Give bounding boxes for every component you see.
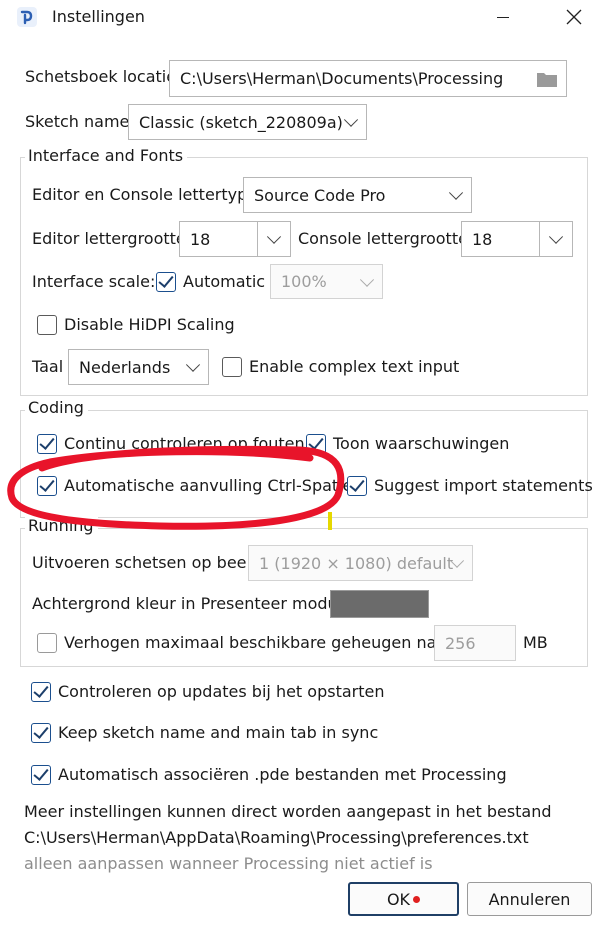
check-updates-label: Controleren op updates bij het opstarten [58, 682, 385, 701]
autocomplete-label: Automatische aanvulling Ctrl-Spatie [64, 476, 353, 495]
more-settings-text: Meer instellingen kunnen direct worden a… [24, 802, 552, 821]
sync-tab-label: Keep sketch name and main tab in sync [58, 723, 379, 742]
associate-files-checkbox[interactable] [31, 765, 51, 785]
chevron-down-icon [185, 357, 201, 372]
language-label: Taal [32, 357, 64, 376]
language-value: Nederlands [79, 357, 171, 377]
disable-hidpi-label: Disable HiDPI Scaling [64, 315, 235, 334]
coding-title: Coding [25, 398, 88, 417]
chevron-down-icon [548, 229, 564, 244]
display-select[interactable]: 1 (1920 × 1080) default [248, 545, 473, 581]
editor-font-label: Editor en Console lettertype [32, 185, 258, 204]
title-bar: Instellingen [0, 0, 608, 34]
editor-size-dropdown[interactable] [257, 222, 290, 256]
show-warnings-checkbox[interactable] [306, 434, 326, 454]
memory-label: Verhogen maximaal beschikbare geheugen n… [64, 633, 453, 652]
disable-hidpi-checkbox[interactable] [37, 315, 57, 335]
chevron-down-icon [359, 272, 375, 287]
chevron-down-icon [448, 185, 464, 200]
complex-text-checkbox[interactable] [222, 357, 242, 377]
coding-group [20, 410, 588, 518]
complex-text-label: Enable complex text input [249, 357, 460, 376]
memory-unit: MB [523, 633, 548, 652]
present-color-swatch[interactable] [330, 590, 429, 618]
editor-size-label: Editor lettergrootte [32, 229, 186, 248]
console-size-select[interactable]: 18 [461, 221, 573, 257]
import-suggest-label: Suggest import statements [374, 476, 593, 495]
show-warnings-label: Toon waarschuwingen [333, 434, 510, 453]
check-updates-checkbox[interactable] [31, 682, 51, 702]
close-icon [566, 9, 582, 25]
sketchbook-path-field[interactable]: C:\Users\Herman\Documents\Processing [169, 60, 567, 97]
associate-files-label: Automatisch associëren .pde bestanden me… [58, 765, 507, 784]
edit-note: alleen aanpassen wanneer Processing niet… [24, 854, 433, 873]
interface-scale-select[interactable]: 100% [270, 264, 383, 299]
chevron-down-icon [343, 112, 359, 127]
continuous-check-label: Continu controleren op fouten [64, 434, 305, 453]
memory-value: 256 [445, 633, 476, 653]
window-title: Instellingen [52, 7, 145, 26]
editor-font-select[interactable]: Source Code Pro [243, 177, 472, 213]
processing-app-icon [17, 7, 37, 27]
ok-button[interactable]: OK [348, 882, 459, 916]
continuous-check-checkbox[interactable] [37, 434, 57, 454]
cursor-dot [413, 895, 421, 903]
close-button[interactable] [555, 0, 595, 34]
editor-size-value: 18 [190, 229, 211, 249]
folder-icon[interactable] [536, 70, 558, 88]
automatic-scale-label: Automatic [183, 272, 266, 291]
language-select[interactable]: Nederlands [68, 349, 209, 385]
import-suggest-checkbox[interactable] [347, 476, 367, 496]
chevron-down-icon [266, 229, 282, 244]
present-color-label: Achtergrond kleur in Presenteer modus [32, 594, 346, 613]
interface-fonts-title: Interface and Fonts [25, 146, 188, 165]
preferences-path: C:\Users\Herman\AppData\Roaming\Processi… [24, 828, 529, 847]
autocomplete-checkbox[interactable] [37, 476, 57, 496]
memory-checkbox[interactable] [37, 633, 57, 653]
sketchbook-path-value: C:\Users\Herman\Documents\Processing [180, 69, 504, 88]
interface-scale-value: 100% [281, 272, 327, 291]
sketch-name-value: Classic (sketch_220809a) [139, 112, 343, 132]
sketchbook-label: Schetsboek locatie [25, 67, 177, 86]
sketch-name-select[interactable]: Classic (sketch_220809a) [128, 104, 367, 140]
cancel-button[interactable]: Annuleren [467, 882, 592, 916]
interface-scale-label: Interface scale: [32, 272, 156, 291]
automatic-scale-checkbox[interactable] [156, 272, 176, 292]
running-title: Running [25, 516, 98, 535]
console-size-label: Console lettergrootte [298, 229, 468, 248]
sketch-name-label: Sketch name [25, 112, 130, 131]
ok-button-label: OK [386, 889, 411, 909]
editor-size-select[interactable]: 18 [179, 221, 291, 257]
cancel-button-label: Annuleren [488, 889, 571, 909]
display-value: 1 (1920 × 1080) default [259, 553, 454, 573]
minimize-button[interactable] [487, 0, 527, 34]
editor-font-value: Source Code Pro [254, 185, 386, 205]
sync-tab-checkbox[interactable] [31, 723, 51, 743]
console-size-value: 18 [472, 229, 493, 249]
memory-input[interactable]: 256 [434, 625, 516, 661]
console-size-dropdown[interactable] [539, 222, 572, 256]
display-label: Uitvoeren schetsen op beeld [32, 553, 262, 572]
